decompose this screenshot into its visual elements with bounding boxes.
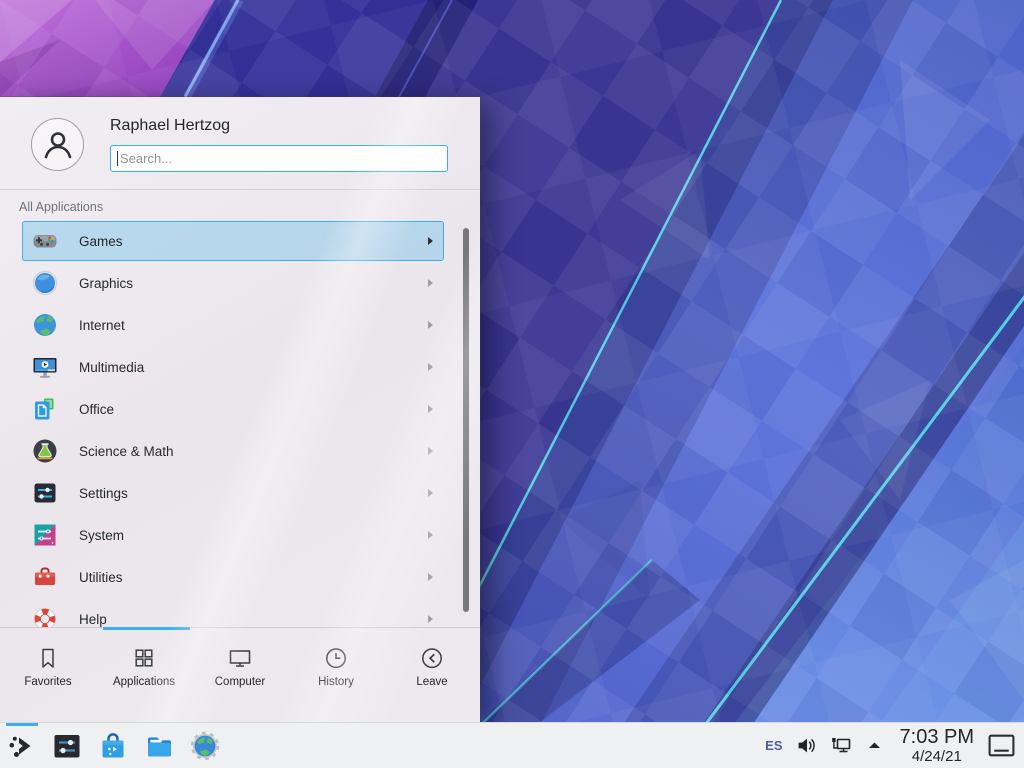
- desktop: Raphael Hertzog All Applications Games: [0, 0, 1024, 768]
- submenu-arrow-icon: [428, 447, 433, 455]
- submenu-arrow-icon: [428, 531, 433, 539]
- category-row-office[interactable]: Office: [22, 389, 444, 429]
- tab-favorites[interactable]: Favorites: [0, 628, 96, 722]
- keyboard-layout-indicator[interactable]: ES: [765, 738, 782, 753]
- document-icon: [32, 396, 58, 422]
- tab-computer[interactable]: Computer: [192, 628, 288, 722]
- category-row-system[interactable]: System: [22, 515, 444, 555]
- submenu-arrow-icon: [428, 237, 433, 245]
- system-tray: ES 7:03 PM 4/24/21: [765, 727, 1024, 764]
- tab-history[interactable]: History: [288, 628, 384, 722]
- user-avatar[interactable]: [31, 118, 84, 171]
- category-row-settings[interactable]: Settings: [22, 473, 444, 513]
- clock-icon: [323, 645, 349, 671]
- taskbar-panel: ES 7:03 PM 4/24/21: [0, 722, 1024, 768]
- digital-clock[interactable]: 7:03 PM 4/24/21: [900, 727, 974, 764]
- search-input[interactable]: [110, 145, 448, 172]
- web-browser-launcher[interactable]: [182, 723, 228, 768]
- tab-leave[interactable]: Leave: [384, 628, 480, 722]
- category-label: System: [79, 528, 124, 543]
- clock-time: 7:03 PM: [900, 727, 974, 747]
- volume-icon[interactable]: [796, 735, 817, 756]
- submenu-arrow-icon: [428, 405, 433, 413]
- lifebuoy-icon: [32, 606, 58, 627]
- sphere-icon: [32, 270, 58, 296]
- category-label: Settings: [79, 486, 128, 501]
- clock-date: 4/24/21: [900, 749, 974, 764]
- network-icon[interactable]: [830, 735, 853, 756]
- submenu-arrow-icon: [428, 321, 433, 329]
- system-sliders-icon: [32, 522, 58, 548]
- launcher-tabbar: Favorites Applications Computer: [0, 627, 480, 722]
- toolbox-icon: [32, 564, 58, 590]
- application-launcher-popup: Raphael Hertzog All Applications Games: [0, 97, 480, 722]
- search-field-wrap: [110, 145, 448, 172]
- category-row-games[interactable]: Games: [22, 221, 444, 261]
- discover-icon: [97, 730, 129, 762]
- system-settings-icon: [51, 730, 83, 762]
- flask-icon: [32, 438, 58, 464]
- globe-icon: [32, 312, 58, 338]
- category-row-science-math[interactable]: Science & Math: [22, 431, 444, 471]
- tray-expand-caret-icon[interactable]: [866, 737, 883, 754]
- submenu-arrow-icon: [428, 615, 433, 623]
- category-list: Games Graphics: [22, 221, 444, 627]
- category-row-multimedia[interactable]: Multimedia: [22, 347, 444, 387]
- category-label: Internet: [79, 318, 125, 333]
- tab-label: Leave: [416, 676, 447, 688]
- category-row-utilities[interactable]: Utilities: [22, 557, 444, 597]
- tab-label: Computer: [215, 676, 266, 688]
- category-row-help[interactable]: Help: [22, 599, 444, 627]
- submenu-arrow-icon: [428, 363, 433, 371]
- discover-launcher[interactable]: [90, 723, 136, 768]
- sliders-icon: [32, 480, 58, 506]
- tab-label: History: [318, 676, 354, 688]
- tab-label: Applications: [113, 676, 175, 688]
- category-label: Games: [79, 234, 123, 249]
- category-label: Office: [79, 402, 114, 417]
- launcher-header: Raphael Hertzog: [0, 97, 480, 190]
- user-icon: [39, 126, 77, 164]
- web-browser-icon: [189, 730, 221, 762]
- submenu-arrow-icon: [428, 279, 433, 287]
- tab-applications[interactable]: Applications: [96, 628, 192, 722]
- grid-icon: [131, 645, 157, 671]
- section-label: All Applications: [19, 200, 103, 214]
- user-name: Raphael Hertzog: [110, 117, 230, 135]
- computer-icon: [227, 645, 253, 671]
- app-launcher-button[interactable]: [0, 723, 44, 768]
- category-row-graphics[interactable]: Graphics: [22, 263, 444, 303]
- bookmark-icon: [35, 645, 61, 671]
- category-row-internet[interactable]: Internet: [22, 305, 444, 345]
- category-label: Science & Math: [79, 444, 174, 459]
- kde-launcher-icon: [6, 730, 38, 762]
- category-label: Graphics: [79, 276, 133, 291]
- file-manager-launcher[interactable]: [136, 723, 182, 768]
- file-manager-icon: [143, 730, 175, 762]
- monitor-play-icon: [32, 354, 58, 380]
- category-label: Help: [79, 612, 107, 627]
- category-label: Utilities: [79, 570, 123, 585]
- list-scrollbar[interactable]: [463, 228, 469, 612]
- active-task-indicator: [6, 723, 38, 726]
- submenu-arrow-icon: [428, 489, 433, 497]
- gamepad-icon: [32, 228, 58, 254]
- leave-icon: [419, 645, 445, 671]
- active-tab-indicator: [103, 627, 190, 630]
- text-caret: [117, 151, 118, 166]
- tab-label: Favorites: [24, 676, 71, 688]
- submenu-arrow-icon: [428, 573, 433, 581]
- show-desktop-button[interactable]: [987, 731, 1016, 760]
- system-settings-launcher[interactable]: [44, 723, 90, 768]
- category-label: Multimedia: [79, 360, 144, 375]
